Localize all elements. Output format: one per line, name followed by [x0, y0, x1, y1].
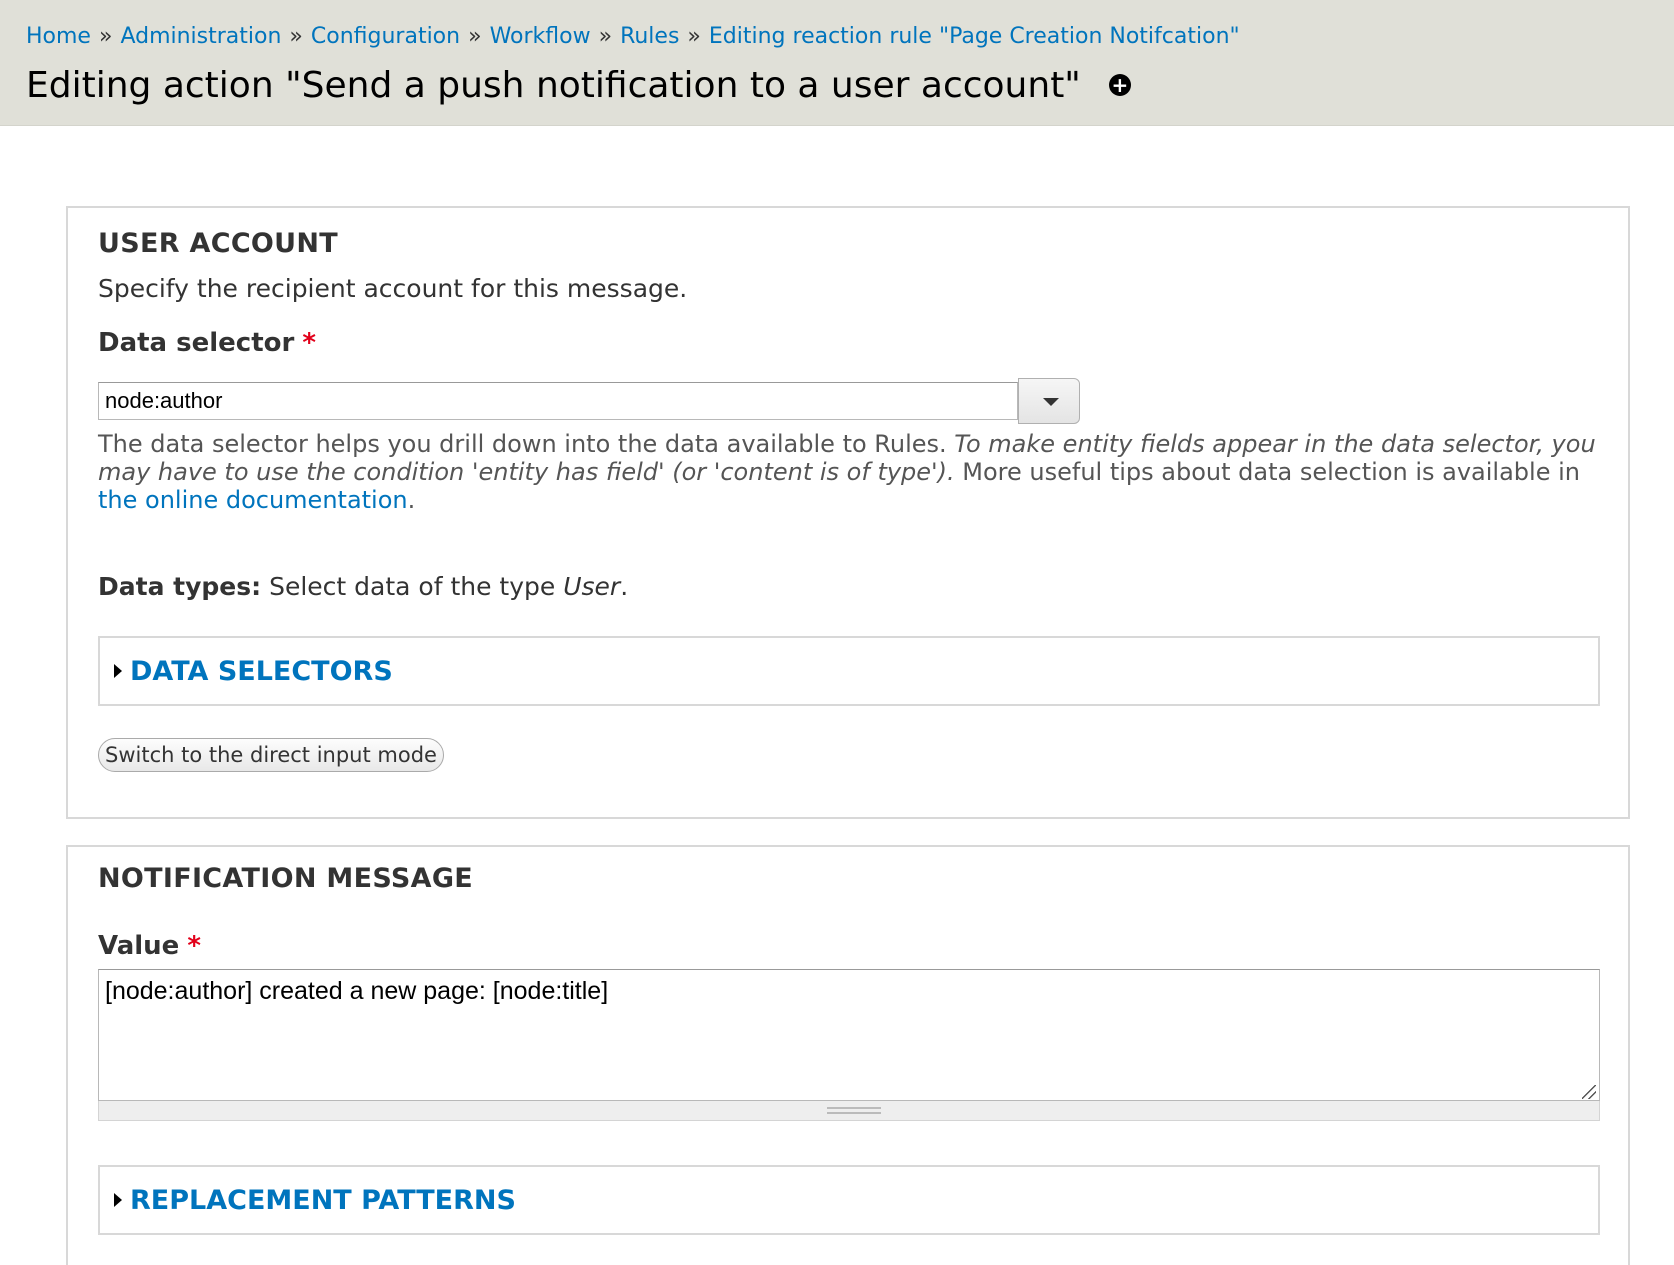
- add-shortcut-icon[interactable]: +: [1108, 74, 1131, 96]
- breadcrumb-link-configuration[interactable]: Configuration: [311, 24, 460, 49]
- required-marker: *: [302, 328, 316, 358]
- page-title-text: Editing action "Send a push notification…: [26, 65, 1081, 106]
- breadcrumb-link-reaction-rule[interactable]: Editing reaction rule "Page Creation Not…: [709, 24, 1240, 49]
- user-account-description: Specify the recipient account for this m…: [98, 274, 688, 303]
- notification-message-legend: Notification message: [98, 863, 474, 894]
- page-title: Editing action "Send a push notification…: [26, 64, 1131, 108]
- breadcrumb-link-administration[interactable]: Administration: [120, 24, 281, 49]
- breadcrumb-separator: »: [98, 24, 113, 49]
- chevron-down-icon: [1043, 398, 1059, 406]
- replacement-patterns-toggle-link[interactable]: Replacement patterns: [130, 1185, 516, 1216]
- triangle-right-icon: [114, 664, 122, 678]
- breadcrumb-separator: »: [687, 24, 701, 49]
- grip-icon: [827, 1107, 881, 1114]
- data-selector-label-text: Data selector: [98, 328, 295, 358]
- data-selector-input[interactable]: [98, 382, 1018, 420]
- data-types-label: Data types:: [98, 572, 262, 601]
- breadcrumb-separator: »: [289, 24, 303, 49]
- help-text-1: The data selector helps you drill down i…: [98, 430, 955, 458]
- breadcrumb-link-rules[interactable]: Rules: [620, 24, 679, 49]
- breadcrumb-separator: »: [468, 24, 482, 49]
- breadcrumb-separator: »: [598, 24, 613, 49]
- notification-message-fieldset: Notification message Value * [node:author…: [66, 845, 1630, 1265]
- triangle-right-icon: [114, 1193, 122, 1207]
- value-label: Value *: [98, 931, 201, 961]
- value-label-text: Value: [98, 931, 180, 961]
- breadcrumb-link-workflow[interactable]: Workflow: [490, 24, 591, 49]
- data-types-text: Select data of the type: [261, 572, 564, 601]
- help-text-4: .: [407, 486, 416, 514]
- data-selectors-toggle-link[interactable]: Data selectors: [130, 656, 393, 687]
- data-selector-dropdown-button[interactable]: [1018, 378, 1080, 424]
- required-marker: *: [187, 931, 201, 961]
- data-types-info: Data types: Select data of the type User…: [98, 572, 628, 601]
- notification-value-textarea[interactable]: [node:author] created a new page: [node:…: [98, 969, 1600, 1101]
- user-account-legend: User account: [98, 228, 339, 259]
- data-types-type: User: [563, 572, 621, 601]
- breadcrumb: Home » Administration » Configuration » Workfl…: [26, 22, 1240, 52]
- switch-direct-input-button[interactable]: Switch to the direct input mode: [98, 738, 444, 772]
- textarea-grippie[interactable]: [98, 1101, 1600, 1121]
- user-account-fieldset: User account Specify the recipient accou…: [66, 206, 1630, 819]
- data-selector-combobox: [98, 378, 1080, 424]
- data-selectors-collapsible[interactable]: Data selectors: [98, 636, 1600, 706]
- help-text-3: More useful tips about data selection is…: [954, 458, 1580, 486]
- data-selector-label: Data selector *: [98, 328, 316, 358]
- resize-handle-icon[interactable]: [1582, 1085, 1596, 1099]
- breadcrumb-link-home[interactable]: Home: [26, 24, 91, 49]
- replacement-patterns-collapsible[interactable]: Replacement patterns: [98, 1165, 1600, 1235]
- data-types-end: .: [620, 572, 629, 601]
- online-documentation-link[interactable]: the online documentation: [98, 486, 408, 514]
- page-header: Home » Administration » Configuration » Workfl…: [0, 0, 1674, 126]
- data-selector-help: The data selector helps you drill down i…: [98, 430, 1598, 514]
